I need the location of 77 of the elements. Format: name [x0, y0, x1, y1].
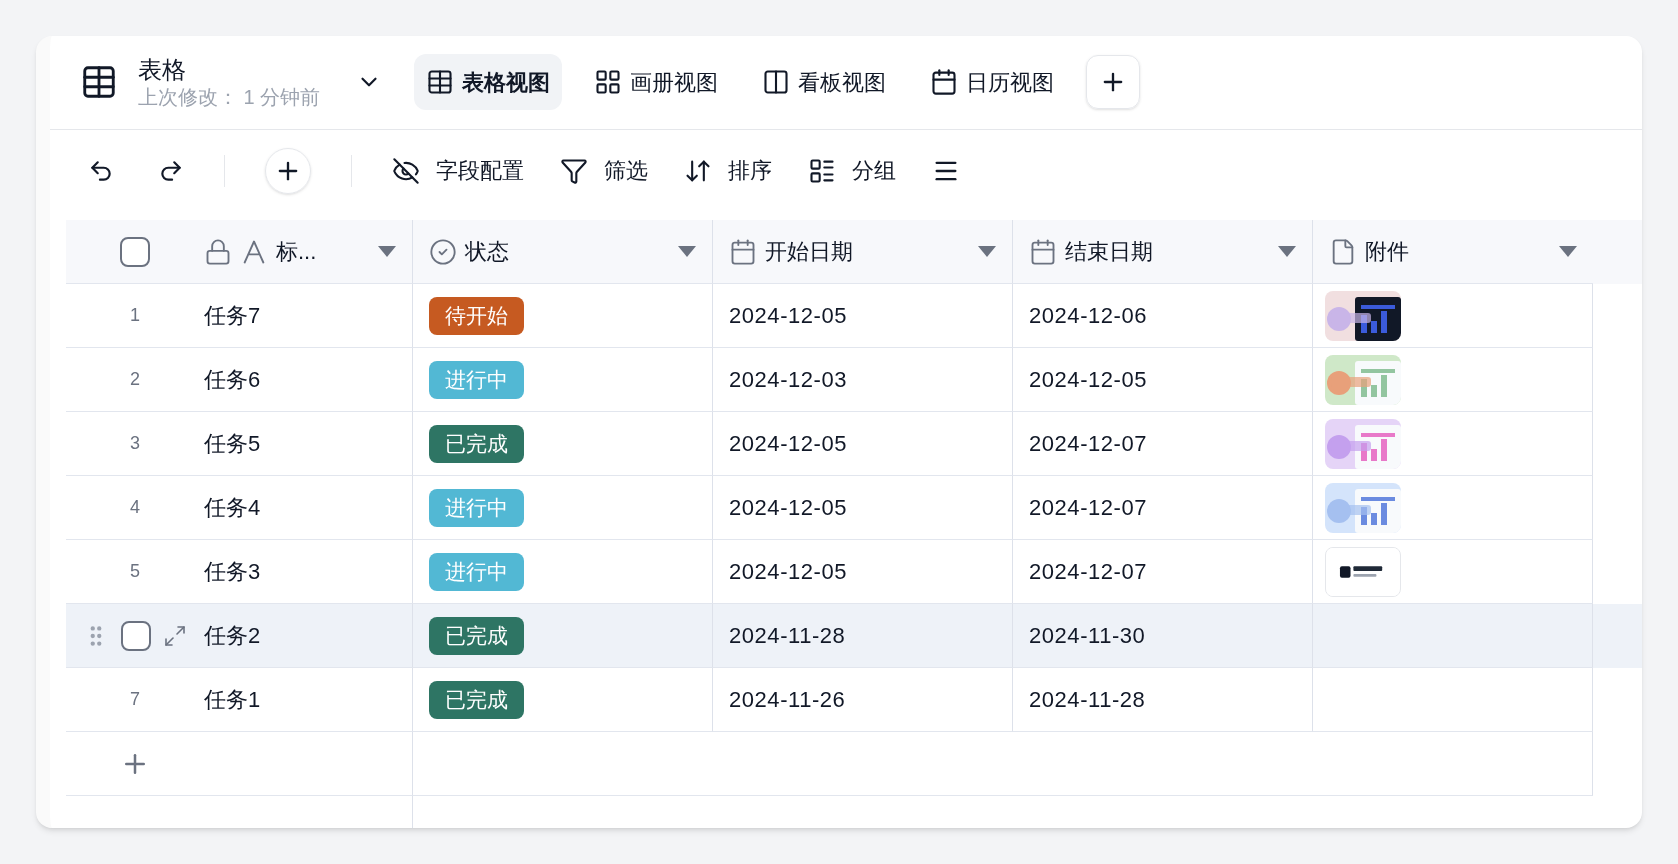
filter-icon — [560, 156, 588, 185]
table-cell-text: 任务2 — [204, 622, 261, 650]
row-number: 2 — [130, 368, 140, 391]
last-modified: 上次修改： 1 分钟前 — [138, 84, 321, 110]
list-icon — [808, 156, 836, 185]
column-header[interactable]: 标... — [204, 235, 396, 268]
column-header[interactable]: 开始日期 — [729, 235, 996, 268]
table-row[interactable]: 2 任务6 进行中 2024-12-03 2024-12-05 — [66, 348, 1642, 412]
view-tab[interactable]: 看板视图 — [750, 54, 899, 111]
column-header[interactable]: 状态 — [429, 235, 696, 268]
view-tab[interactable]: 日历视图 — [918, 54, 1067, 111]
status-tag: 进行中 — [429, 552, 524, 591]
eye-off-icon — [392, 156, 420, 185]
dropdown-icon[interactable] — [1559, 246, 1577, 257]
table-cell-text: 2024-12-07 — [1029, 430, 1148, 458]
table-row[interactable]: 1 任务7 待开始 2024-12-05 2024-12-06 — [66, 284, 1642, 348]
table-cell-text: 2024-11-26 — [729, 686, 846, 714]
table-cell-text: 2024-12-07 — [1029, 494, 1148, 522]
columns-icon — [762, 68, 791, 97]
grid-icon — [594, 68, 623, 97]
row-number: 3 — [130, 432, 140, 455]
table-cell-text: 2024-12-05 — [729, 494, 848, 522]
column-title: 开始日期 — [765, 238, 853, 266]
toolbar-button[interactable]: 字段配置 — [392, 154, 524, 188]
table-cell-text: 2024-12-05 — [729, 558, 848, 586]
toolbar-button[interactable]: 分组 — [808, 154, 896, 188]
view-tab[interactable]: 表格视图 — [414, 54, 563, 111]
column-header[interactable]: 结束日期 — [1029, 235, 1296, 268]
table-icon — [426, 68, 455, 97]
table-row[interactable]: 3 任务5 已完成 2024-12-05 2024-12-07 — [66, 412, 1642, 476]
row-number: 7 — [130, 688, 140, 711]
table-cell-text: 任务6 — [204, 366, 261, 394]
dropdown-icon[interactable] — [378, 246, 396, 257]
status-tag: 进行中 — [429, 488, 524, 527]
row-number: 4 — [130, 496, 140, 519]
checkbox[interactable] — [121, 620, 151, 651]
status-tag: 已完成 — [429, 680, 524, 719]
dropdown-icon[interactable] — [678, 246, 696, 257]
column-title: 状态 — [465, 238, 509, 266]
toolbar-button[interactable]: 排序 — [684, 154, 772, 188]
table-cell-text: 2024-12-05 — [729, 302, 848, 330]
table-cell-text: 任务5 — [204, 430, 261, 458]
table-cell-text: 任务7 — [204, 302, 261, 330]
table-cell-text: 任务1 — [204, 686, 261, 714]
column-title: 附件 — [1365, 238, 1409, 266]
dropdown-icon[interactable] — [978, 246, 996, 257]
table-row[interactable]: 4 任务4 进行中 2024-12-05 2024-12-07 — [66, 476, 1642, 540]
add-view-button[interactable] — [1086, 55, 1141, 110]
table-cell-text: 2024-12-06 — [1029, 302, 1148, 330]
table-row[interactable]: 任务2 已完成 2024-11-28 2024-11-30 — [66, 604, 1642, 668]
status-tag: 待开始 — [429, 296, 524, 335]
table-cell-text: 2024-11-28 — [729, 622, 846, 650]
table-cell-text: 任务4 — [204, 494, 261, 522]
table-cell-text: 任务3 — [204, 558, 261, 586]
dropdown-icon[interactable] — [1278, 246, 1296, 257]
table-cell-text: 2024-12-05 — [1029, 366, 1148, 394]
toolbar-button[interactable]: 筛选 — [560, 154, 648, 188]
row-number: 5 — [130, 560, 140, 583]
table-cell-text: 2024-12-07 — [1029, 558, 1148, 586]
expand-icon[interactable] — [163, 623, 187, 648]
checkbox[interactable] — [120, 236, 150, 267]
view-tab[interactable]: 画册视图 — [582, 54, 731, 111]
column-title: 标... — [276, 238, 317, 266]
table-row[interactable]: 7 任务1 已完成 2024-11-26 2024-11-28 — [66, 668, 1642, 732]
table-row[interactable]: 5 任务3 进行中 2024-12-05 2024-12-07 — [66, 540, 1642, 604]
status-tag: 进行中 — [429, 360, 524, 399]
calendar-icon — [930, 68, 959, 97]
row-number: 1 — [130, 304, 140, 327]
table-cell-text: 2024-12-05 — [729, 430, 848, 458]
view-title: 表格 — [138, 54, 187, 85]
table-cell-text: 2024-12-03 — [729, 366, 848, 394]
table-cell-text: 2024-11-28 — [1029, 686, 1146, 714]
status-tag: 已完成 — [429, 424, 524, 463]
table-cell-text: 2024-11-30 — [1029, 622, 1146, 650]
column-title: 结束日期 — [1065, 238, 1153, 266]
status-tag: 已完成 — [429, 616, 524, 655]
column-header[interactable]: 附件 — [1329, 235, 1577, 268]
